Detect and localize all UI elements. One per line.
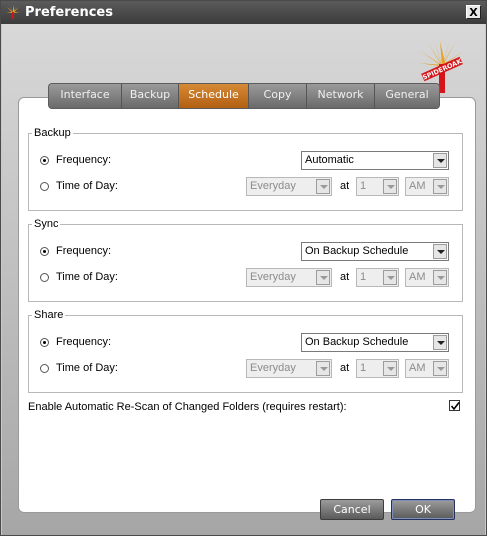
backup-frequency-value: Automatic [305,154,354,166]
sync-group-title: Sync [34,218,59,230]
chevron-down-icon [433,244,447,259]
backup-frequency-radio[interactable] [40,156,49,165]
tab-general[interactable]: General [375,84,439,108]
backup-day-value: Everyday [250,180,296,192]
backup-group-title: Backup [34,127,71,139]
sync-day-value: Everyday [250,271,296,283]
share-frequency-value: On Backup Schedule [305,336,409,348]
sync-time-label: Time of Day: [56,271,118,283]
backup-frequency-label: Frequency: [56,154,112,166]
app-logo-icon [6,5,20,19]
sync-day-select[interactable]: Everyday [246,268,332,287]
tab-copy[interactable]: Copy [249,84,307,108]
backup-time-radio[interactable] [40,182,49,191]
backup-day-select[interactable]: Everyday [246,177,332,196]
chevron-down-icon [433,153,447,168]
cancel-button[interactable]: Cancel [320,499,384,520]
title-bar[interactable]: Preferences X [1,1,486,24]
chevron-down-icon [316,361,330,376]
chevron-down-icon [316,179,330,194]
backup-at-label: at [340,180,350,192]
share-ampm-value: AM [409,362,426,374]
tab-network[interactable]: Network [307,84,375,108]
window-title: Preferences [25,5,113,20]
backup-time-label: Time of Day: [56,180,118,192]
chevron-down-icon [433,361,447,376]
rescan-label: Enable Automatic Re-Scan of Changed Fold… [28,401,347,413]
share-time-label: Time of Day: [56,362,118,374]
tab-schedule[interactable]: Schedule [179,84,249,108]
backup-frequency-select[interactable]: Automatic [301,151,449,170]
backup-ampm-select[interactable]: AM [405,177,449,196]
share-group-title: Share [34,309,64,321]
tab-backup[interactable]: Backup [122,84,179,108]
backup-hour-select[interactable]: 1 [356,177,399,196]
close-button[interactable]: X [466,5,481,19]
share-frequency-select[interactable]: On Backup Schedule [301,333,449,352]
chevron-down-icon [433,179,447,194]
tab-bar: Interface Backup Schedule Copy Network G… [48,83,440,109]
share-ampm-select[interactable]: AM [405,359,449,378]
chevron-down-icon [383,179,397,194]
preferences-window: Preferences X SPIDEROAK Interface Backup… [0,0,487,536]
sync-ampm-select[interactable]: AM [405,268,449,287]
chevron-down-icon [433,270,447,285]
rescan-checkbox[interactable] [449,400,460,411]
share-day-value: Everyday [250,362,296,374]
chevron-down-icon [383,361,397,376]
chevron-down-icon [316,270,330,285]
chevron-down-icon [433,335,447,350]
checkmark-icon [450,402,460,411]
dialog-body: SPIDEROAK Interface Backup Schedule Copy… [2,24,485,535]
share-hour-select[interactable]: 1 [356,359,399,378]
share-frequency-label: Frequency: [56,336,112,348]
ok-button[interactable]: OK [391,499,455,520]
backup-hour-value: 1 [360,180,367,192]
share-hour-value: 1 [360,362,367,374]
sync-ampm-value: AM [409,271,426,283]
share-day-select[interactable]: Everyday [246,359,332,378]
share-at-label: at [340,362,350,374]
share-time-radio[interactable] [40,364,49,373]
tab-interface[interactable]: Interface [49,84,122,108]
sync-hour-select[interactable]: 1 [356,268,399,287]
sync-hour-value: 1 [360,271,367,283]
sync-frequency-radio[interactable] [40,247,49,256]
sync-frequency-value: On Backup Schedule [305,245,409,257]
backup-ampm-value: AM [409,180,426,192]
chevron-down-icon [383,270,397,285]
sync-time-radio[interactable] [40,273,49,282]
sync-at-label: at [340,271,350,283]
sync-frequency-label: Frequency: [56,245,112,257]
sync-frequency-select[interactable]: On Backup Schedule [301,242,449,261]
share-frequency-radio[interactable] [40,338,49,347]
